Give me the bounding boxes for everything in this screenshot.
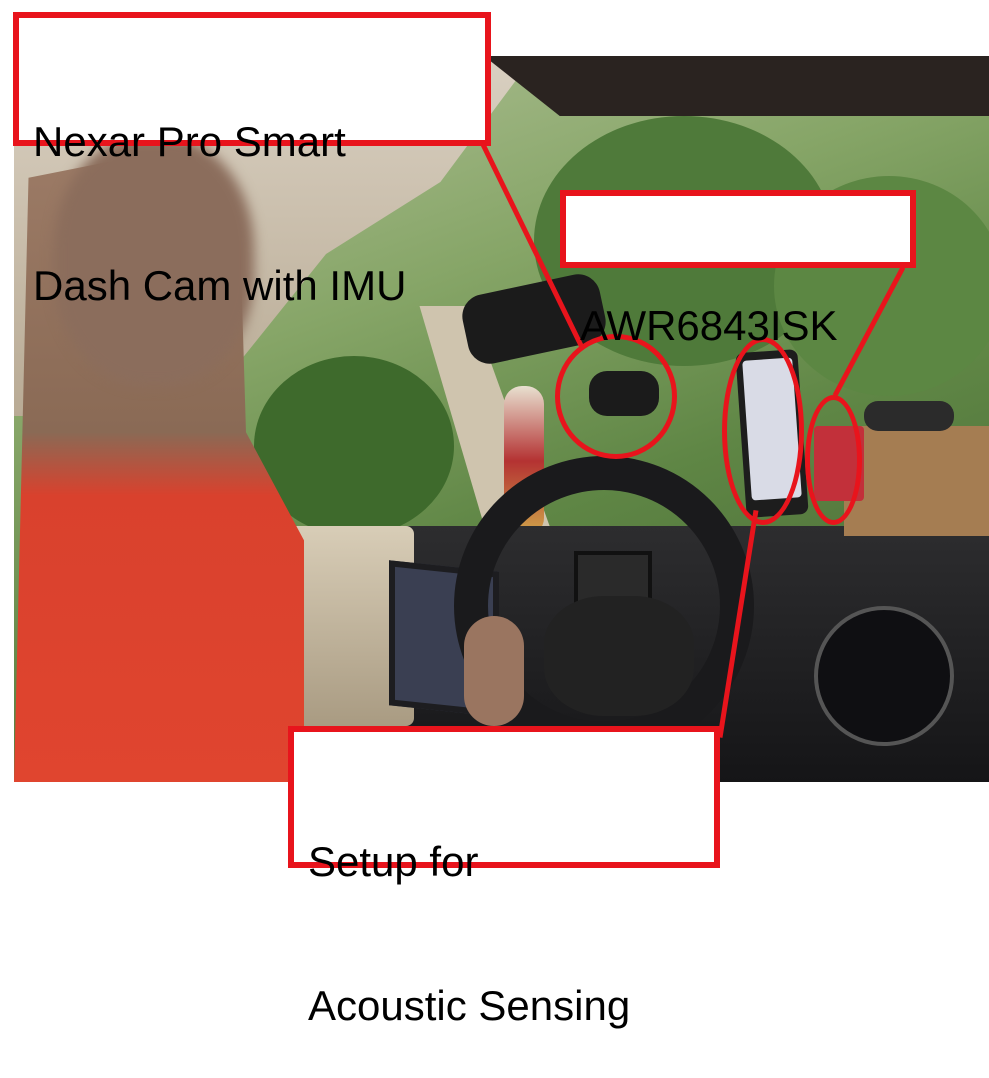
dashcam-label-line1: Nexar Pro Smart	[33, 118, 346, 165]
steering-hub	[544, 596, 694, 716]
dashcam-label-line2: Dash Cam with IMU	[33, 262, 407, 309]
acoustic-label-line2: Acoustic Sensing	[308, 982, 631, 1029]
cardboard-box	[844, 426, 989, 536]
radar-highlight-ellipse	[805, 395, 862, 525]
speedometer-gauge	[814, 606, 954, 746]
acoustic-label-line1: Setup for	[308, 838, 479, 885]
radar-label-text: AWR6843ISK	[580, 302, 838, 349]
acoustic-label: Setup for Acoustic Sensing	[288, 726, 720, 1029]
driver-hand	[464, 616, 524, 726]
radar-label: AWR6843ISK	[560, 190, 916, 349]
webcam-device	[864, 401, 954, 431]
car-roof-edge	[484, 56, 989, 116]
dashcam-label: Nexar Pro Smart Dash Cam with IMU	[13, 12, 491, 309]
